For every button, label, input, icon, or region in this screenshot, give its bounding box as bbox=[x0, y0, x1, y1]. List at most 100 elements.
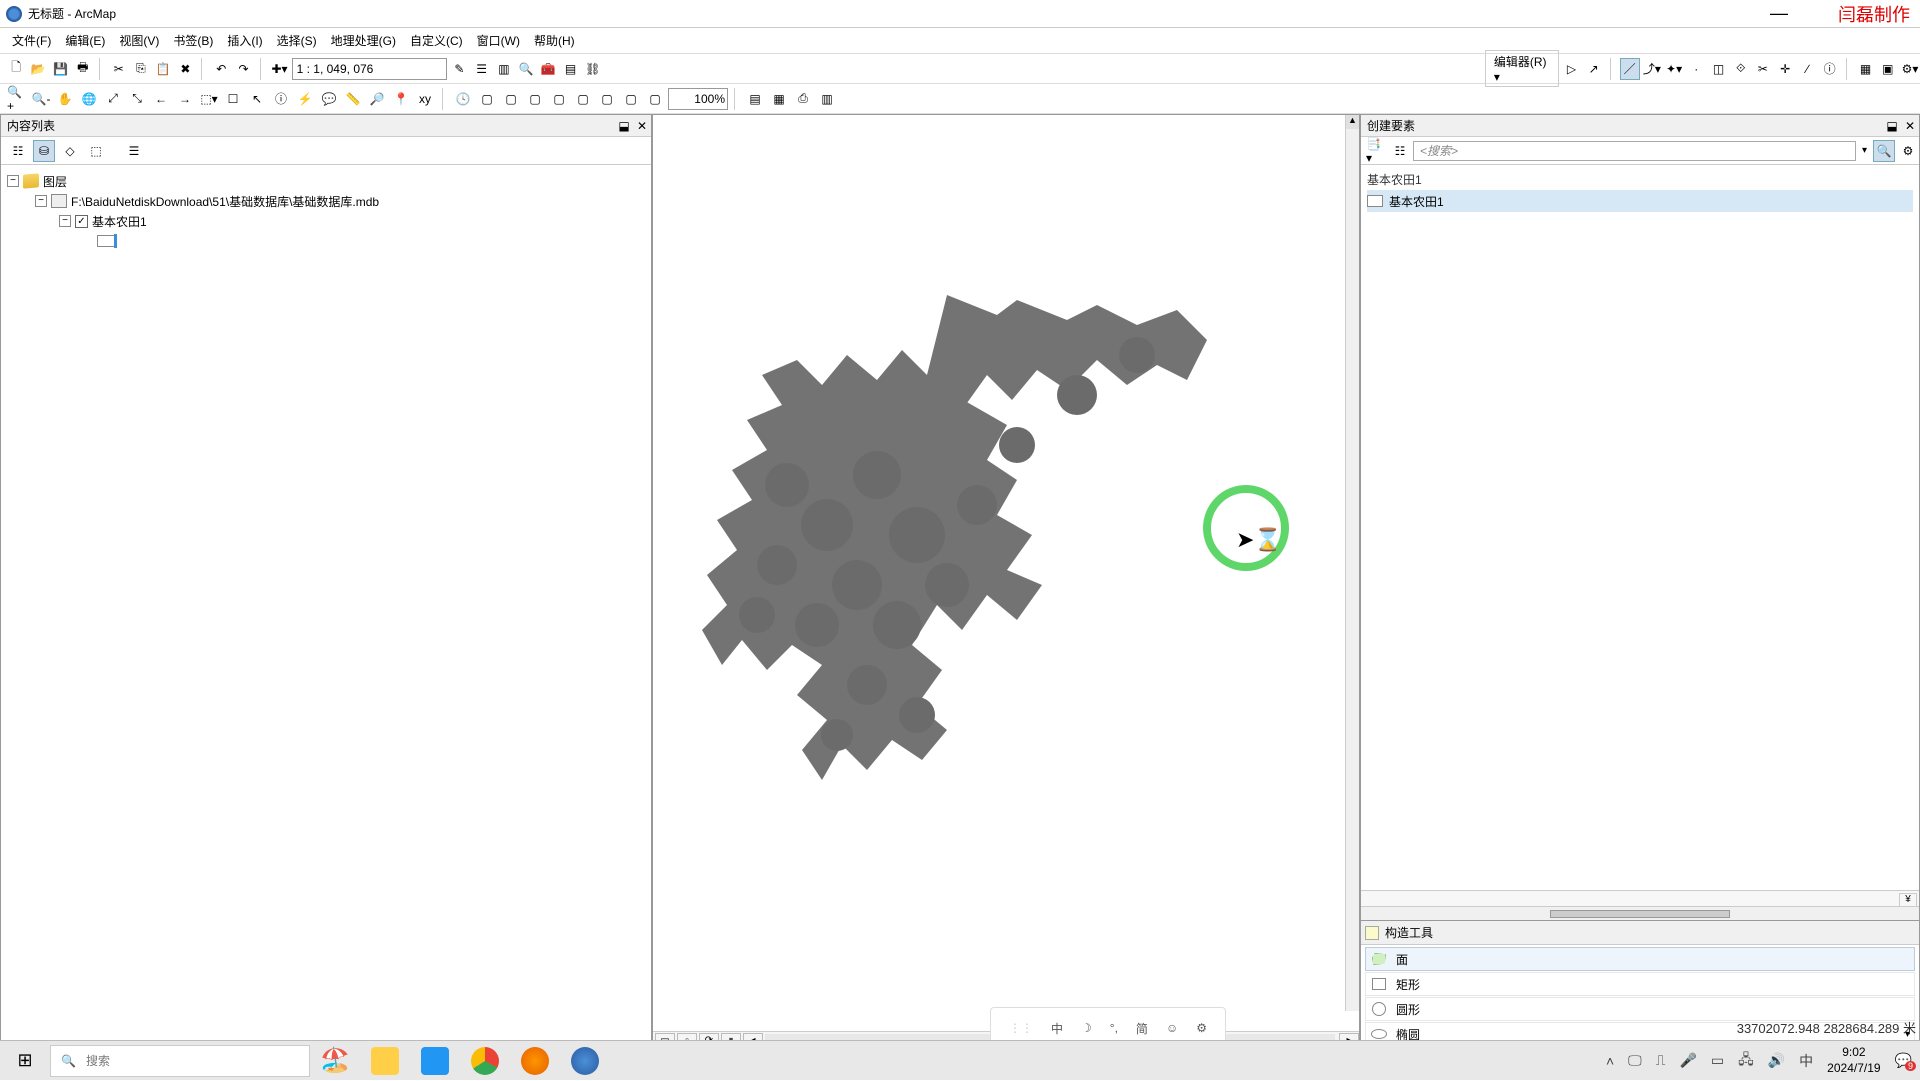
tb-extra-2[interactable]: ▥ bbox=[816, 88, 838, 110]
toolbox-button[interactable]: 🧰 bbox=[538, 58, 558, 80]
ime-cn-en-toggle[interactable]: 中 bbox=[1051, 1020, 1063, 1037]
collapse-icon[interactable]: − bbox=[35, 195, 47, 207]
goto-xy-tool[interactable]: xy bbox=[414, 88, 436, 110]
map-scrollbar-vertical[interactable]: ▲ bbox=[1345, 115, 1359, 1011]
taskbar-app-firefox[interactable] bbox=[510, 1041, 560, 1081]
split-tool[interactable]: ✛ bbox=[1775, 58, 1795, 80]
taskbar-app-illustration[interactable]: 🏖️ bbox=[310, 1041, 360, 1081]
tray-action-center[interactable]: 💬9 bbox=[1895, 1052, 1912, 1069]
redo-button[interactable]: ↷ bbox=[233, 58, 253, 80]
toc-layer-node[interactable]: − ✓ 基本农田1 bbox=[3, 211, 649, 231]
zoom-in-tool[interactable]: 🔍+ bbox=[6, 88, 28, 110]
tb-gray-7[interactable]: ▢ bbox=[644, 88, 666, 110]
cf-filter-button[interactable]: 📑▾ bbox=[1365, 140, 1387, 162]
create-features-button[interactable]: ▣ bbox=[1878, 58, 1898, 80]
tray-volume-icon[interactable]: 🔊 bbox=[1768, 1052, 1785, 1069]
menu-view[interactable]: 视图(V) bbox=[115, 30, 163, 51]
trace-tool[interactable]: ✦▾ bbox=[1664, 58, 1684, 80]
sketch-properties-button[interactable]: ▦ bbox=[1855, 58, 1875, 80]
construct-rectangle[interactable]: 矩形 bbox=[1365, 972, 1915, 996]
layout-layout-view-button[interactable]: ▦ bbox=[768, 88, 790, 110]
tray-usb-icon[interactable]: ⎍ bbox=[1656, 1052, 1666, 1069]
toc-options-button[interactable]: ☰ bbox=[123, 140, 145, 162]
tb-gray-6[interactable]: ▢ bbox=[620, 88, 642, 110]
toc-close-button[interactable]: ✕ bbox=[633, 119, 651, 133]
back-button[interactable]: ← bbox=[150, 88, 172, 110]
construct-polygon[interactable]: 面 bbox=[1365, 947, 1915, 971]
clear-selection-button[interactable]: ☐ bbox=[222, 88, 244, 110]
taskbar-search-input[interactable]: 🔍 搜索 bbox=[50, 1045, 310, 1077]
undo-button[interactable]: ↶ bbox=[211, 58, 231, 80]
layout-data-view-button[interactable]: ▤ bbox=[744, 88, 766, 110]
fixed-zoom-in[interactable]: ⤢ bbox=[102, 88, 124, 110]
identify-tool[interactable]: ⓘ bbox=[270, 88, 292, 110]
scale-input[interactable]: 1 : 1, 049, 076 bbox=[292, 58, 448, 80]
select-features-tool[interactable]: ⬚▾ bbox=[198, 88, 220, 110]
catalog-button[interactable]: ▥ bbox=[494, 58, 514, 80]
select-elements-tool[interactable]: ↖ bbox=[246, 88, 268, 110]
taskbar-app-explorer[interactable] bbox=[360, 1041, 410, 1081]
ime-settings-button[interactable]: ⚙ bbox=[1196, 1021, 1207, 1035]
cf-search-input[interactable]: <搜索> bbox=[1413, 141, 1856, 161]
cf-group-button[interactable]: ☷ bbox=[1389, 140, 1411, 162]
time-slider-button[interactable]: 🕓 bbox=[452, 88, 474, 110]
menu-select[interactable]: 选择(S) bbox=[273, 30, 321, 51]
editing-options-button[interactable]: ⚙▾ bbox=[1900, 58, 1920, 80]
tb-gray-3[interactable]: ▢ bbox=[548, 88, 570, 110]
straight-segment-tool[interactable]: ／ bbox=[1620, 58, 1640, 80]
open-button[interactable]: 📂 bbox=[28, 58, 48, 80]
cf-search-dropdown[interactable]: ▾ bbox=[1862, 145, 1867, 156]
tb-extra-1[interactable]: ⎙ bbox=[792, 88, 814, 110]
search-window-button[interactable]: 🔍 bbox=[516, 58, 536, 80]
template-item[interactable]: 基本农田1 bbox=[1367, 190, 1913, 212]
save-button[interactable]: 💾 bbox=[50, 58, 70, 80]
forward-button[interactable]: → bbox=[174, 88, 196, 110]
tray-display-icon[interactable]: 🖵 bbox=[1628, 1052, 1642, 1069]
menu-help[interactable]: 帮助(H) bbox=[530, 30, 579, 51]
toc-symbol-row[interactable] bbox=[3, 231, 649, 251]
cf-close-button[interactable]: ✕ bbox=[1901, 119, 1919, 133]
collapse-icon[interactable]: − bbox=[7, 175, 19, 187]
tb-gray-4[interactable]: ▢ bbox=[572, 88, 594, 110]
toc-button[interactable]: ☰ bbox=[472, 58, 492, 80]
measure-tool[interactable]: 📏 bbox=[342, 88, 364, 110]
cf-search-button[interactable]: 🔍 bbox=[1873, 140, 1895, 162]
layer-visibility-checkbox[interactable]: ✓ bbox=[75, 215, 88, 228]
toc-pin-button[interactable]: ⬓ bbox=[615, 119, 633, 133]
attributes-button[interactable]: ⓘ bbox=[1820, 58, 1840, 80]
menu-customize[interactable]: 自定义(C) bbox=[406, 30, 467, 51]
tray-ime-indicator[interactable]: 中 bbox=[1799, 1051, 1813, 1071]
zoom-out-tool[interactable]: 🔍- bbox=[30, 88, 52, 110]
cf-organize-button[interactable]: ⚙ bbox=[1897, 140, 1919, 162]
html-popup-tool[interactable]: 💬 bbox=[318, 88, 340, 110]
tray-overflow-button[interactable]: ˄ bbox=[1606, 1053, 1614, 1069]
cf-pin-button[interactable]: ⬓ bbox=[1883, 119, 1901, 133]
cut-polygon-tool[interactable]: ✂ bbox=[1753, 58, 1773, 80]
editor-toolbar-icon[interactable]: ✎ bbox=[449, 58, 469, 80]
editor-menu[interactable]: 编辑器(R) ▾ bbox=[1485, 50, 1560, 87]
tray-clock[interactable]: 9:02 2024/7/19 bbox=[1827, 1045, 1880, 1076]
fixed-zoom-out[interactable]: ⤡ bbox=[126, 88, 148, 110]
minimize-button[interactable]: — bbox=[1770, 3, 1788, 24]
taskbar-app-video[interactable] bbox=[410, 1041, 460, 1081]
tray-mic-icon[interactable]: 🎤 bbox=[1679, 1052, 1696, 1069]
delete-button[interactable]: ✖ bbox=[175, 58, 195, 80]
menu-window[interactable]: 窗口(W) bbox=[473, 30, 524, 51]
ime-simp-trad-toggle[interactable]: 简 bbox=[1136, 1020, 1148, 1037]
point-tool[interactable]: · bbox=[1686, 58, 1706, 80]
paste-button[interactable]: 📋 bbox=[153, 58, 173, 80]
list-by-source-button[interactable]: ⛁ bbox=[33, 140, 55, 162]
toc-dataframe[interactable]: − 图层 bbox=[3, 171, 649, 191]
list-by-visibility-button[interactable]: ◇ bbox=[59, 140, 81, 162]
zoom-input[interactable]: 100% bbox=[668, 88, 728, 110]
collapse-icon[interactable]: − bbox=[59, 215, 71, 227]
full-extent-button[interactable]: 🌐 bbox=[78, 88, 100, 110]
menu-edit[interactable]: 编辑(E) bbox=[61, 30, 109, 51]
rotate-tool[interactable]: ∕ bbox=[1797, 58, 1817, 80]
edit-tool[interactable]: ▷ bbox=[1561, 58, 1581, 80]
edit-vertices-tool[interactable]: ◫ bbox=[1708, 58, 1728, 80]
menu-geoprocessing[interactable]: 地理处理(G) bbox=[327, 30, 400, 51]
map-view[interactable]: ➤⌛ ▲ bbox=[653, 115, 1359, 1031]
menu-insert[interactable]: 插入(I) bbox=[223, 30, 266, 51]
arc-segment-tool[interactable]: ⤴▾ bbox=[1642, 58, 1662, 80]
